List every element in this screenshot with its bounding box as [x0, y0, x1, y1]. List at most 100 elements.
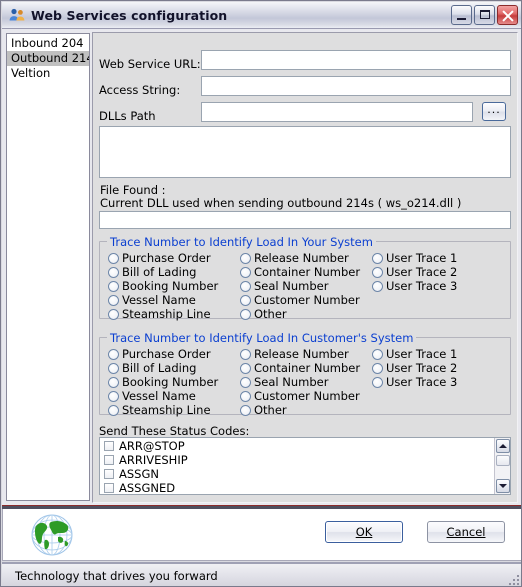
- radio-label: Bill of Lading: [122, 361, 197, 375]
- radio-your-user-trace-3[interactable]: User Trace 3: [372, 279, 457, 293]
- radio-circle-icon: [372, 376, 383, 388]
- list-item[interactable]: ASSGN: [100, 467, 510, 481]
- radio-cust-other[interactable]: Other: [240, 403, 287, 417]
- window-title: Web Services configuration: [31, 7, 228, 23]
- maximize-icon: [480, 10, 490, 19]
- radio-circle-icon: [372, 266, 383, 278]
- status-code-label: ARR@STOP: [119, 438, 185, 453]
- radio-cust-release-number[interactable]: Release Number: [240, 347, 349, 361]
- sidebar-item-outbound-214[interactable]: Outbound 214: [7, 51, 89, 66]
- radio-cust-purchase-order[interactable]: Purchase Order: [108, 347, 211, 361]
- scrollbar-thumb[interactable]: [496, 455, 510, 466]
- scroll-up-arrow-icon: [499, 444, 507, 448]
- trace-your-system-group: Trace Number to Identify Load In Your Sy…: [99, 235, 511, 321]
- dialog-body: Inbound 204 Outbound 214 Veltion Web Ser…: [2, 29, 521, 506]
- radio-circle-icon: [240, 390, 251, 402]
- scroll-down-arrow-icon: [499, 484, 507, 488]
- radio-circle-icon: [240, 252, 251, 264]
- radio-cust-booking-number[interactable]: Booking Number: [108, 375, 218, 389]
- radio-your-container-number[interactable]: Container Number: [240, 265, 360, 279]
- radio-cust-container-number[interactable]: Container Number: [240, 361, 360, 375]
- close-button[interactable]: [497, 5, 518, 25]
- checkbox-icon[interactable]: [104, 482, 114, 493]
- radio-circle-icon: [240, 266, 251, 278]
- status-codes-label: Send These Status Codes:: [99, 424, 250, 438]
- status-code-label: ASSGNED: [119, 480, 176, 495]
- radio-cust-user-trace-2[interactable]: User Trace 2: [372, 361, 457, 375]
- radio-cust-steamship-line[interactable]: Steamship Line: [108, 403, 211, 417]
- radio-circle-icon: [240, 362, 251, 374]
- radio-label: Booking Number: [122, 375, 219, 389]
- radio-label: Release Number: [254, 251, 349, 265]
- sidebar-item-veltion[interactable]: Veltion: [7, 66, 89, 81]
- checkbox-icon[interactable]: [104, 454, 114, 465]
- radio-label: Release Number: [254, 347, 349, 361]
- sidebar-item-inbound-204[interactable]: Inbound 204: [7, 36, 89, 51]
- titlebar[interactable]: Web Services configuration: [2, 2, 521, 29]
- radio-circle-icon: [240, 404, 251, 416]
- radio-your-release-number[interactable]: Release Number: [240, 251, 349, 265]
- trace-customer-system-group: Trace Number to Identify Load In Custome…: [99, 331, 511, 417]
- statusbar-text: Technology that drives you forward: [15, 568, 218, 583]
- access-string-label: Access String:: [99, 83, 181, 97]
- radio-your-bill-of-lading[interactable]: Bill of Lading: [108, 265, 196, 279]
- radio-circle-icon: [108, 404, 119, 416]
- radio-cust-bill-of-lading[interactable]: Bill of Lading: [108, 361, 196, 375]
- dlls-path-input[interactable]: [201, 102, 473, 122]
- checkbox-icon[interactable]: [104, 440, 114, 451]
- radio-your-customer-number[interactable]: Customer Number: [240, 293, 360, 307]
- ok-button[interactable]: OK: [325, 521, 403, 543]
- radio-your-user-trace-1[interactable]: User Trace 1: [372, 251, 457, 265]
- radio-label: Purchase Order: [122, 347, 211, 361]
- web-service-url-input[interactable]: [201, 50, 511, 70]
- current-dll-text: Current DLL used when sending outbound 2…: [100, 196, 462, 210]
- scroll-up-button[interactable]: [496, 439, 510, 453]
- radio-circle-icon: [372, 252, 383, 264]
- web-service-url-label: Web Service URL:: [99, 57, 201, 71]
- radio-label: Container Number: [254, 361, 361, 375]
- radio-label: Vessel Name: [122, 389, 196, 403]
- radio-circle-icon: [108, 252, 119, 264]
- cancel-button[interactable]: Cancel: [427, 521, 505, 543]
- maximize-button[interactable]: [474, 5, 495, 25]
- radio-your-other[interactable]: Other: [240, 307, 287, 321]
- minimize-icon: [457, 18, 466, 20]
- minimize-button[interactable]: [451, 5, 472, 25]
- access-string-input[interactable]: [201, 76, 511, 96]
- list-item[interactable]: ARR@STOP: [100, 438, 510, 453]
- radio-your-vessel-name[interactable]: Vessel Name: [108, 293, 196, 307]
- radio-cust-user-trace-3[interactable]: User Trace 3: [372, 375, 457, 389]
- radio-cust-customer-number[interactable]: Customer Number: [240, 389, 360, 403]
- radio-circle-icon: [108, 348, 119, 360]
- radio-your-seal-number[interactable]: Seal Number: [240, 279, 328, 293]
- radio-your-booking-number[interactable]: Booking Number: [108, 279, 218, 293]
- radio-circle-icon: [240, 308, 251, 320]
- radio-circle-icon: [108, 266, 119, 278]
- radio-circle-icon: [372, 348, 383, 360]
- globe-icon: [29, 513, 75, 557]
- service-list[interactable]: Inbound 204 Outbound 214 Veltion: [6, 33, 90, 501]
- checkbox-icon[interactable]: [104, 468, 114, 479]
- dlls-path-label: DLLs Path: [99, 109, 156, 123]
- radio-circle-icon: [108, 376, 119, 388]
- radio-label: Other: [254, 403, 287, 417]
- radio-your-purchase-order[interactable]: Purchase Order: [108, 251, 211, 265]
- radio-cust-vessel-name[interactable]: Vessel Name: [108, 389, 196, 403]
- radio-your-steamship-line[interactable]: Steamship Line: [108, 307, 211, 321]
- radio-cust-seal-number[interactable]: Seal Number: [240, 375, 328, 389]
- scroll-down-button[interactable]: [496, 479, 510, 493]
- resize-grip[interactable]: [507, 573, 519, 585]
- dll-list-textarea[interactable]: [99, 126, 511, 178]
- current-dll-input[interactable]: [99, 211, 511, 229]
- list-item[interactable]: ASSGNED: [100, 481, 510, 494]
- list-item[interactable]: ARRIVESHIP: [100, 453, 510, 467]
- radio-your-user-trace-2[interactable]: User Trace 2: [372, 265, 457, 279]
- radio-cust-user-trace-1[interactable]: User Trace 1: [372, 347, 457, 361]
- browse-dlls-button[interactable]: ...: [482, 102, 506, 121]
- radio-label: User Trace 3: [386, 279, 458, 293]
- status-codes-scrollbar[interactable]: [494, 438, 510, 494]
- radio-circle-icon: [240, 294, 251, 306]
- cancel-button-label: Cancel: [446, 525, 486, 539]
- ok-button-label: OK: [355, 525, 373, 539]
- status-codes-list[interactable]: ARR@STOP ARRIVESHIP ASSGN ASSGNED: [99, 437, 511, 495]
